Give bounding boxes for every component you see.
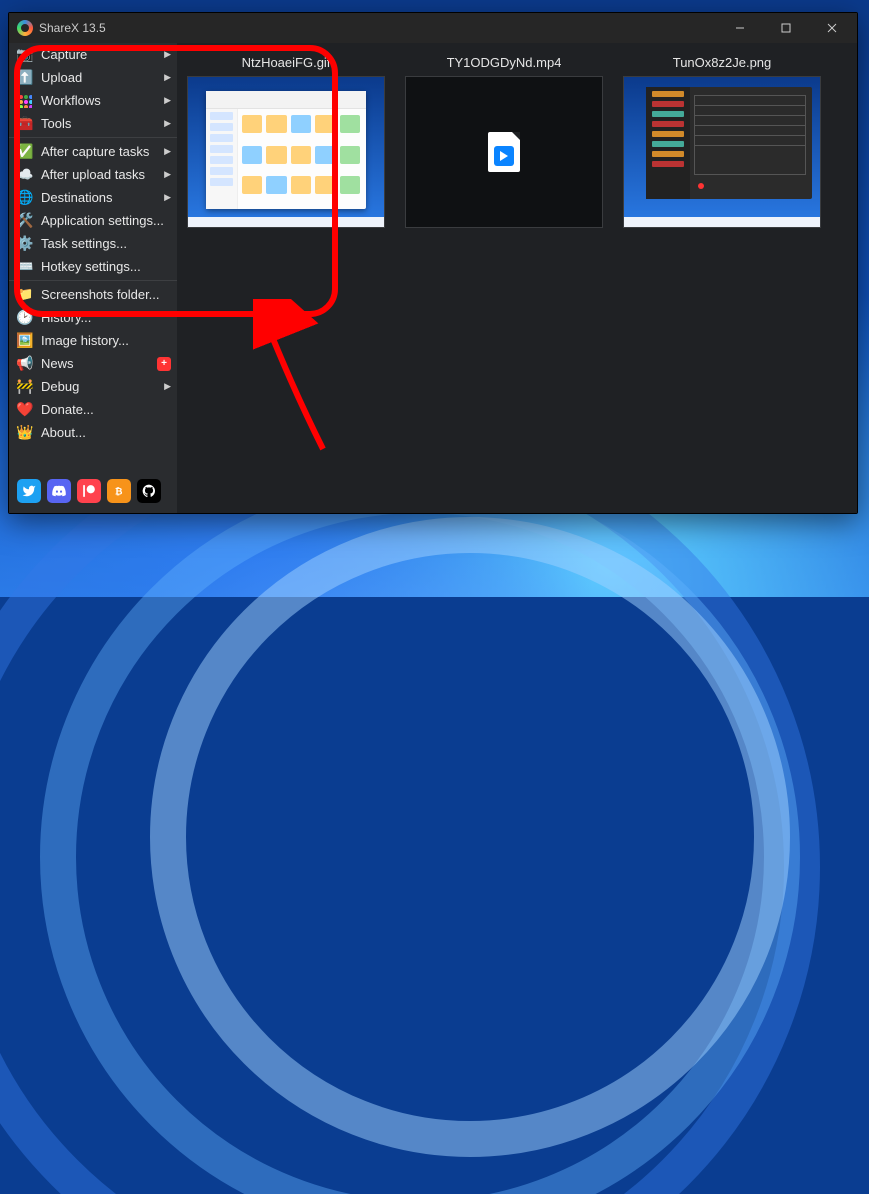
heart-icon: ❤️ bbox=[17, 402, 33, 418]
github-icon[interactable] bbox=[137, 479, 161, 503]
cone-icon: 🚧 bbox=[17, 379, 33, 395]
toolbox-icon: 🧰 bbox=[17, 116, 33, 132]
sidebar-label: News bbox=[41, 356, 74, 371]
thumbnail-preview[interactable] bbox=[187, 76, 385, 228]
sidebar-label: Screenshots folder... bbox=[41, 287, 160, 302]
grid-icon bbox=[17, 93, 33, 109]
chevron-right-icon: ▶ bbox=[164, 192, 171, 203]
titlebar[interactable]: ShareX 13.5 bbox=[9, 13, 857, 43]
folder-icon: 📁 bbox=[17, 287, 33, 303]
sidebar: 📷 Capture ▶ ⬆️ Upload ▶ Workflows ▶ 🧰 Tools ▶ ✅… bbox=[9, 43, 177, 513]
sidebar-label: Upload bbox=[41, 70, 82, 85]
image-history-icon: 🖼️ bbox=[17, 333, 33, 349]
patreon-icon[interactable] bbox=[77, 479, 101, 503]
chevron-right-icon: ▶ bbox=[164, 169, 171, 180]
thumbnail-filename: TunOx8z2Je.png bbox=[673, 55, 772, 70]
sidebar-label: Application settings... bbox=[41, 213, 164, 228]
minimize-button[interactable] bbox=[717, 13, 763, 43]
check-icon: ✅ bbox=[17, 144, 33, 160]
history-icon: 🕑 bbox=[17, 310, 33, 326]
cloud-check-icon: ☁️ bbox=[17, 167, 33, 183]
chevron-right-icon: ▶ bbox=[164, 118, 171, 129]
sidebar-item-after-capture[interactable]: ✅ After capture tasks ▶ bbox=[9, 140, 177, 163]
chevron-right-icon: ▶ bbox=[164, 49, 171, 60]
bitcoin-icon[interactable]: ₿ bbox=[107, 479, 131, 503]
sidebar-item-image-history[interactable]: 🖼️ Image history... bbox=[9, 329, 177, 352]
discord-icon[interactable] bbox=[47, 479, 71, 503]
thumbnail-filename: NtzHoaeiFG.gif bbox=[242, 55, 331, 70]
sidebar-label: Image history... bbox=[41, 333, 129, 348]
sidebar-label: Workflows bbox=[41, 93, 101, 108]
globe-icon: 🌐 bbox=[17, 190, 33, 206]
chevron-right-icon: ▶ bbox=[164, 146, 171, 157]
news-badge: + bbox=[157, 357, 171, 371]
video-file-icon bbox=[488, 132, 520, 172]
upload-icon: ⬆️ bbox=[17, 70, 33, 86]
sidebar-item-news[interactable]: 📢 News + bbox=[9, 352, 177, 375]
thumbnail-grid: NtzHoaeiFG.gif TY1ODGDyNd.mp4 TunOx8z2Je… bbox=[177, 43, 857, 513]
sidebar-label: After upload tasks bbox=[41, 167, 145, 182]
camera-icon: 📷 bbox=[17, 47, 33, 63]
thumbnail-item[interactable]: NtzHoaeiFG.gif bbox=[187, 55, 385, 228]
sidebar-label: Debug bbox=[41, 379, 79, 394]
sidebar-item-after-upload[interactable]: ☁️ After upload tasks ▶ bbox=[9, 163, 177, 186]
gear-icon: ⚙️ bbox=[17, 236, 33, 252]
sharex-window: ShareX 13.5 📷 Capture ▶ ⬆️ Upload ▶ Workflow… bbox=[8, 12, 858, 514]
sidebar-item-about[interactable]: 👑 About... bbox=[9, 421, 177, 444]
app-logo-icon bbox=[17, 20, 33, 36]
thumbnail-item[interactable]: TY1ODGDyNd.mp4 bbox=[405, 55, 603, 228]
maximize-button[interactable] bbox=[763, 13, 809, 43]
keyboard-icon: ⌨️ bbox=[17, 259, 33, 275]
sidebar-item-capture[interactable]: 📷 Capture ▶ bbox=[9, 43, 177, 66]
sidebar-label: Hotkey settings... bbox=[41, 259, 141, 274]
divider bbox=[9, 137, 177, 138]
chevron-right-icon: ▶ bbox=[164, 95, 171, 106]
thumbnail-item[interactable]: TunOx8z2Je.png bbox=[623, 55, 821, 228]
sidebar-label: Destinations bbox=[41, 190, 113, 205]
thumbnail-preview[interactable] bbox=[623, 76, 821, 228]
social-links: ₿ bbox=[9, 471, 177, 513]
thumbnail-filename: TY1ODGDyNd.mp4 bbox=[447, 55, 562, 70]
sidebar-item-task-settings[interactable]: ⚙️ Task settings... bbox=[9, 232, 177, 255]
sidebar-item-history[interactable]: 🕑 History... bbox=[9, 306, 177, 329]
sidebar-label: Capture bbox=[41, 47, 87, 62]
sidebar-label: Task settings... bbox=[41, 236, 127, 251]
wrench-icon: 🛠️ bbox=[17, 213, 33, 229]
sidebar-label: After capture tasks bbox=[41, 144, 149, 159]
thumbnail-preview[interactable] bbox=[405, 76, 603, 228]
chevron-right-icon: ▶ bbox=[164, 72, 171, 83]
crown-icon: 👑 bbox=[17, 425, 33, 441]
sidebar-item-destinations[interactable]: 🌐 Destinations ▶ bbox=[9, 186, 177, 209]
megaphone-icon: 📢 bbox=[17, 356, 33, 372]
sidebar-item-tools[interactable]: 🧰 Tools ▶ bbox=[9, 112, 177, 135]
window-title: ShareX 13.5 bbox=[39, 21, 106, 35]
divider bbox=[9, 280, 177, 281]
sidebar-label: Donate... bbox=[41, 402, 94, 417]
sidebar-item-app-settings[interactable]: 🛠️ Application settings... bbox=[9, 209, 177, 232]
sidebar-item-upload[interactable]: ⬆️ Upload ▶ bbox=[9, 66, 177, 89]
sidebar-label: About... bbox=[41, 425, 86, 440]
sidebar-label: History... bbox=[41, 310, 91, 325]
sidebar-item-debug[interactable]: 🚧 Debug ▶ bbox=[9, 375, 177, 398]
svg-text:₿: ₿ bbox=[115, 487, 123, 497]
sidebar-label: Tools bbox=[41, 116, 71, 131]
sidebar-item-workflows[interactable]: Workflows ▶ bbox=[9, 89, 177, 112]
sidebar-item-hotkey-settings[interactable]: ⌨️ Hotkey settings... bbox=[9, 255, 177, 278]
sidebar-item-donate[interactable]: ❤️ Donate... bbox=[9, 398, 177, 421]
twitter-icon[interactable] bbox=[17, 479, 41, 503]
close-button[interactable] bbox=[809, 13, 855, 43]
chevron-right-icon: ▶ bbox=[164, 381, 171, 392]
sidebar-item-screenshots-folder[interactable]: 📁 Screenshots folder... bbox=[9, 283, 177, 306]
